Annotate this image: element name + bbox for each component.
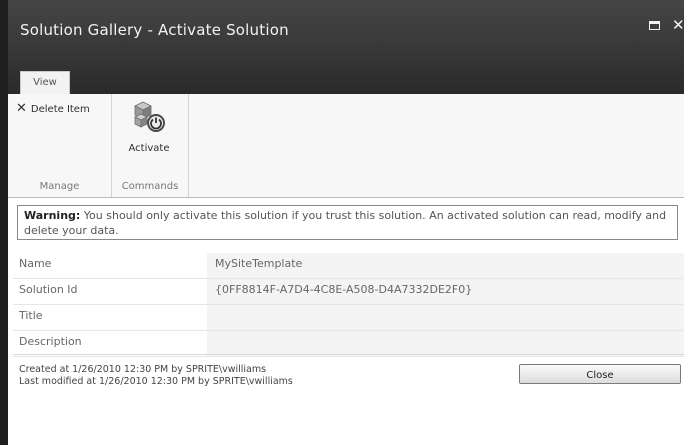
activate-button[interactable]: Activate — [118, 98, 180, 158]
warning-text: You should only activate this solution i… — [24, 209, 667, 237]
close-button[interactable]: Close — [519, 364, 681, 384]
property-label: Solution Id — [19, 283, 78, 296]
property-row-title: Title — [13, 305, 684, 331]
warning-prefix: Warning: — [24, 209, 81, 222]
dialog-title: Solution Gallery - Activate Solution — [20, 21, 289, 39]
property-value-cell: MySiteTemplate — [207, 253, 684, 278]
property-value: MySiteTemplate — [215, 257, 303, 270]
close-icon[interactable]: ✕ — [672, 15, 684, 35]
activate-icon — [134, 101, 165, 132]
property-label: Name — [19, 257, 52, 270]
property-label: Title — [19, 309, 43, 322]
property-row-solution-id: Solution Id {0FF8814F-A7D4-4C8E-A508-D4A… — [13, 279, 684, 305]
footer-divider — [13, 354, 684, 355]
created-info: Created at 1/26/2010 12:30 PM by SPRITE\… — [19, 364, 267, 375]
property-label: Description — [19, 335, 82, 348]
ribbon: ✕ Delete Item Manage Activate Commands — [8, 94, 684, 198]
group-label-manage: Manage — [39, 181, 80, 192]
delete-item-label: Delete Item — [30, 103, 90, 115]
title-bar: Solution Gallery - Activate Solution ✕ V… — [8, 0, 684, 94]
property-value-cell: {0FF8814F-A7D4-4C8E-A508-D4A7332DE2F0} — [207, 279, 684, 304]
property-value-cell — [207, 331, 684, 356]
tab-view[interactable]: View — [20, 71, 70, 94]
modified-info: Last modified at 1/26/2010 12:30 PM by S… — [19, 376, 293, 387]
maximize-icon[interactable] — [649, 21, 660, 30]
delete-item-button[interactable]: ✕ Delete Item — [16, 101, 90, 117]
window-edge — [0, 0, 8, 445]
properties-table: Name MySiteTemplate Solution Id {0FF8814… — [13, 253, 684, 357]
ribbon-group-manage: ✕ Delete Item Manage — [8, 94, 112, 197]
x-icon: ✕ — [16, 101, 27, 116]
item-metadata: Created at 1/26/2010 12:30 PM by SPRITE\… — [19, 364, 293, 388]
ribbon-group-commands: Activate Commands — [112, 94, 189, 197]
property-value: {0FF8814F-A7D4-4C8E-A508-D4A7332DE2F0} — [215, 283, 473, 296]
activate-solution-dialog: Solution Gallery - Activate Solution ✕ V… — [0, 0, 684, 445]
activate-label: Activate — [128, 143, 170, 154]
property-row-name: Name MySiteTemplate — [13, 253, 684, 279]
warning-message: Warning: You should only activate this s… — [17, 205, 678, 240]
group-label-commands: Commands — [121, 181, 179, 192]
property-value-cell — [207, 305, 684, 330]
